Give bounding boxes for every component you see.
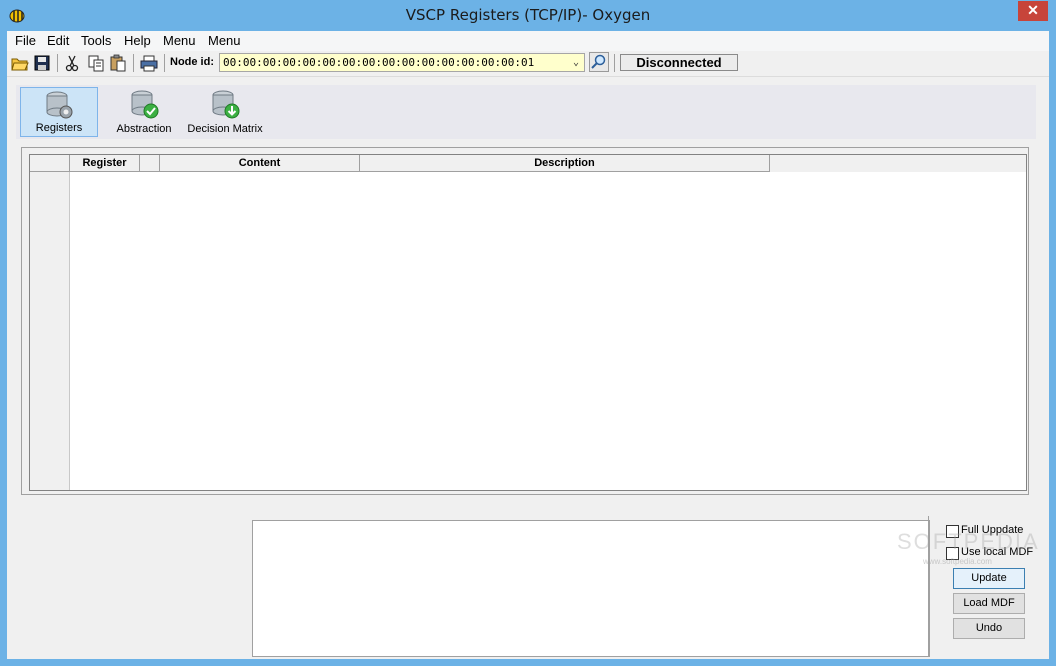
menu-menu-1[interactable]: Menu — [163, 33, 196, 48]
toolbar: Node id: 00:00:00:00:00:00:00:00:00:00:0… — [7, 51, 1049, 77]
row-header-column — [30, 155, 70, 490]
menu-tools[interactable]: Tools — [81, 33, 111, 48]
node-id-label: Node id: — [170, 56, 214, 68]
tab-registers[interactable]: Registers — [20, 87, 98, 137]
menu-menu-2[interactable]: Menu — [208, 33, 241, 48]
column-header-register[interactable]: Register — [70, 155, 140, 172]
menu-edit[interactable]: Edit — [47, 33, 69, 48]
copy-icon[interactable] — [87, 54, 105, 72]
toolbar-separator — [57, 54, 58, 72]
close-button[interactable]: ✕ — [1018, 1, 1048, 21]
cut-icon[interactable] — [63, 54, 81, 72]
print-icon[interactable] — [140, 54, 158, 72]
node-id-value: 00:00:00:00:00:00:00:00:00:00:00:00:00:0… — [223, 56, 535, 69]
database-gear-icon — [46, 91, 73, 119]
find-node-button[interactable] — [589, 52, 609, 72]
database-download-icon — [212, 90, 240, 119]
tab-label: Registers — [35, 122, 83, 134]
open-folder-icon[interactable] — [11, 54, 29, 72]
magnifier-icon — [591, 54, 606, 69]
info-text-area[interactable] — [252, 520, 930, 657]
registers-grid[interactable]: Register Content Description — [29, 154, 1027, 491]
header-filler — [770, 155, 1026, 172]
corner-header[interactable] — [30, 155, 70, 172]
watermark-text: SOFTPEDIA — [897, 529, 1040, 554]
title-bar[interactable]: VSCP Registers (TCP/IP)- Oxygen ✕ — [0, 0, 1056, 31]
toolbar-separator — [614, 54, 615, 72]
tab-abstraction[interactable]: Abstraction — [104, 87, 184, 137]
watermark-subtext: www.softpedia.com — [923, 557, 992, 566]
chevron-down-icon[interactable]: ⌄ — [569, 54, 583, 71]
column-header-blank[interactable] — [140, 155, 160, 172]
database-check-icon — [131, 90, 159, 119]
column-header-content[interactable]: Content — [160, 155, 360, 172]
tab-decision-matrix[interactable]: Decision Matrix — [184, 87, 266, 137]
save-icon[interactable] — [33, 54, 51, 72]
column-header-description[interactable]: Description — [360, 155, 770, 172]
menu-help[interactable]: Help — [124, 33, 151, 48]
window-title: VSCP Registers (TCP/IP)- Oxygen — [405, 6, 651, 24]
app-window: VSCP Registers (TCP/IP)- Oxygen ✕ File E… — [0, 0, 1056, 666]
undo-button[interactable]: Undo — [953, 618, 1025, 639]
node-id-combobox[interactable]: 00:00:00:00:00:00:00:00:00:00:00:00:00:0… — [219, 53, 585, 72]
tab-label: Decision Matrix — [187, 123, 263, 135]
toolbar-separator — [164, 54, 165, 72]
menu-file[interactable]: File — [15, 33, 36, 48]
tab-label: Abstraction — [116, 123, 172, 135]
update-button[interactable]: Update — [953, 568, 1025, 589]
view-tabstrip: Registers Abstraction Decision Matrix — [16, 85, 1036, 139]
menu-bar: File Edit Tools Help Menu Menu — [7, 31, 1049, 51]
toolbar-separator — [133, 54, 134, 72]
load-mdf-button[interactable]: Load MDF — [953, 593, 1025, 614]
paste-icon[interactable] — [109, 54, 127, 72]
connection-status-button[interactable]: Disconnected — [620, 54, 738, 71]
registers-panel: Register Content Description — [21, 147, 1029, 495]
client-area: File Edit Tools Help Menu Menu Node id: … — [7, 31, 1049, 659]
